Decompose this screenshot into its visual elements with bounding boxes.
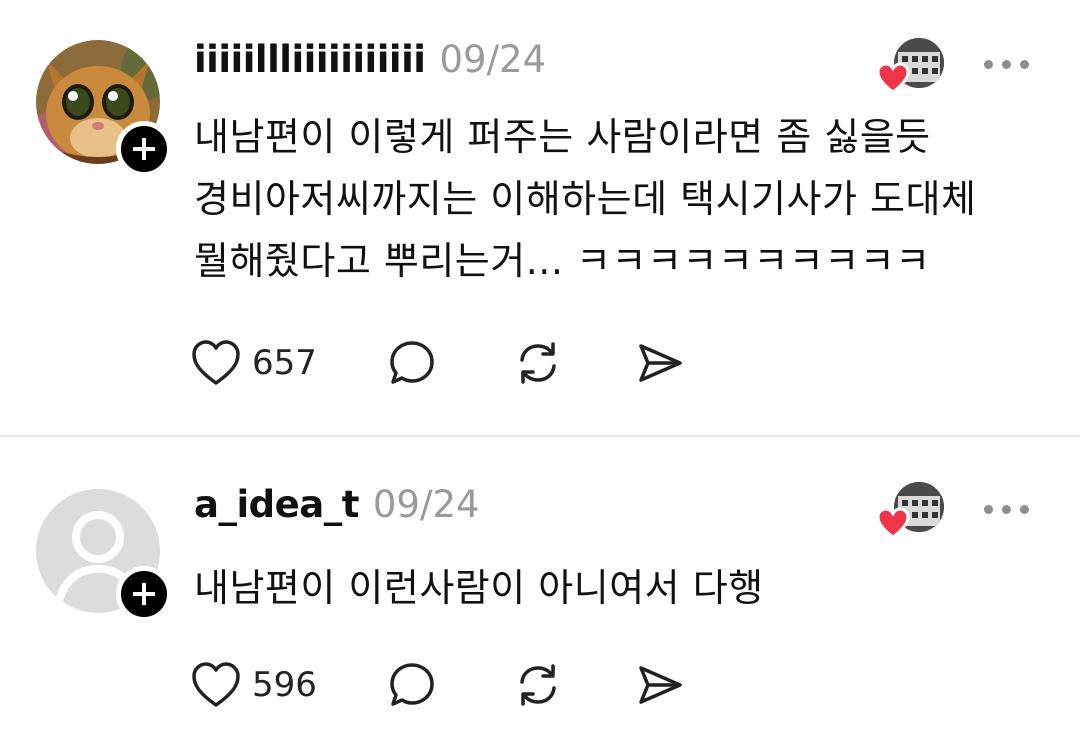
like-count: 657 bbox=[252, 343, 317, 383]
post-date: 09/24 bbox=[439, 38, 547, 81]
comment-line: 뭘해줬다고 뿌리는거... ㅋㅋㅋㅋㅋㅋㅋㅋㅋㅋ bbox=[194, 239, 931, 283]
username[interactable]: iiiiillliiiiiiiiiii bbox=[194, 38, 426, 81]
comment-post: a_idea_t 09/24 내남편이 이런사람이 아니여서 다행 596 bbox=[0, 437, 1080, 749]
comment-post: iiiiillliiiiiiiiiii 09/24 내남편이 이렇게 퍼주는 사… bbox=[0, 0, 1080, 436]
comment-text: 내남편이 이렇게 퍼주는 사람이라면 좀 싫을듯 경비아저씨까지는 이해하는데 … bbox=[194, 106, 1054, 292]
repost-icon bbox=[520, 664, 556, 706]
plus-icon bbox=[133, 583, 155, 605]
dot bbox=[1002, 505, 1011, 514]
action-bar: 596 bbox=[190, 655, 685, 715]
share-button[interactable] bbox=[635, 660, 685, 710]
dot bbox=[1002, 60, 1011, 69]
comment-feed: iiiiillliiiiiiiiiii 09/24 내남편이 이렇게 퍼주는 사… bbox=[0, 0, 1080, 749]
heart-outline-icon bbox=[192, 340, 240, 385]
comment-line: 내남편이 이런사람이 아니여서 다행 bbox=[194, 566, 764, 610]
heart-icon bbox=[876, 62, 910, 94]
comment-line: 내남편이 이렇게 퍼주는 사람이라면 좀 싫을듯 bbox=[194, 115, 931, 159]
plus-icon bbox=[133, 138, 155, 160]
send-icon bbox=[639, 666, 682, 704]
like-button[interactable]: 596 bbox=[190, 661, 387, 709]
heart-icon bbox=[876, 507, 910, 539]
follow-button[interactable] bbox=[116, 121, 172, 177]
username[interactable]: a_idea_t bbox=[194, 483, 359, 526]
post-meta: iiiiillliiiiiiiiiii 09/24 bbox=[194, 38, 546, 81]
post-date: 09/24 bbox=[372, 483, 480, 526]
send-icon bbox=[639, 344, 682, 382]
heart-outline-icon bbox=[192, 662, 240, 707]
comment-text: 내남편이 이런사람이 아니여서 다행 bbox=[194, 557, 1054, 619]
reply-button[interactable] bbox=[387, 660, 437, 710]
follow-button[interactable] bbox=[116, 566, 172, 622]
action-bar: 657 bbox=[190, 333, 685, 393]
repost-button[interactable] bbox=[513, 660, 563, 710]
more-dots-icon[interactable] bbox=[984, 505, 1029, 514]
comment-bubble-icon bbox=[390, 663, 434, 706]
repost-button[interactable] bbox=[513, 338, 563, 388]
repost-icon bbox=[520, 342, 556, 384]
dot bbox=[1020, 505, 1029, 514]
comment-bubble-icon bbox=[390, 341, 434, 384]
reply-button[interactable] bbox=[387, 338, 437, 388]
like-count: 596 bbox=[252, 665, 317, 705]
comment-line: 경비아저씨까지는 이해하는데 택시기사가 도대체 bbox=[194, 177, 977, 221]
dot bbox=[1020, 60, 1029, 69]
like-button[interactable]: 657 bbox=[190, 339, 387, 387]
share-button[interactable] bbox=[635, 338, 685, 388]
post-meta: a_idea_t 09/24 bbox=[194, 483, 480, 526]
dot bbox=[984, 505, 993, 514]
more-dots-icon[interactable] bbox=[984, 60, 1029, 69]
dot bbox=[984, 60, 993, 69]
